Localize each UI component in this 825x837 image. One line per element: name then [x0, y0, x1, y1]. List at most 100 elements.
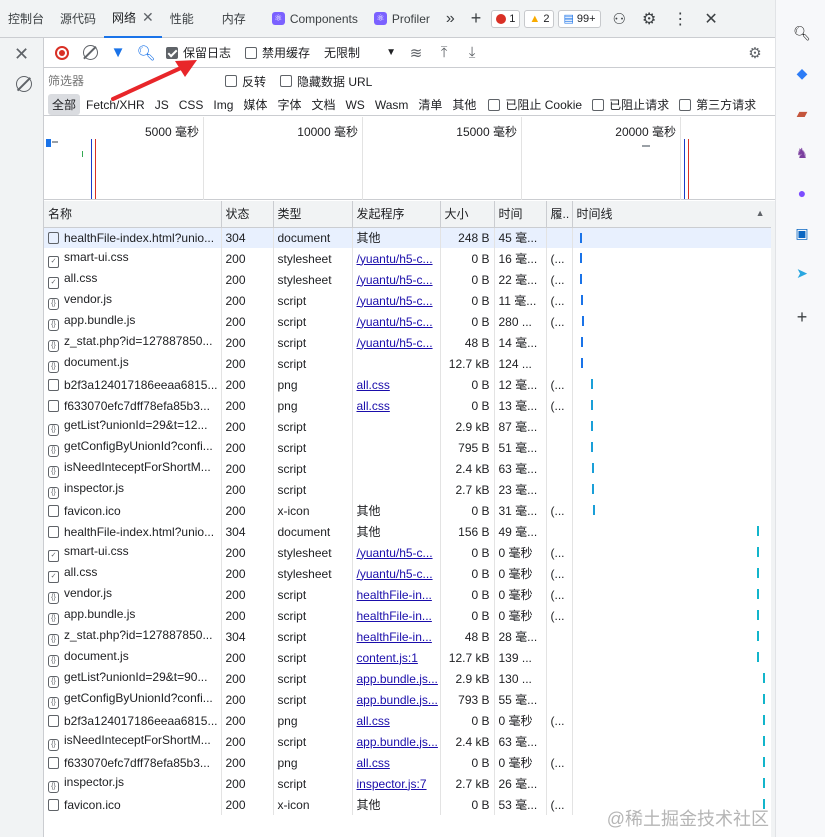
tab-console[interactable]: 控制台	[0, 0, 52, 38]
tab-sources[interactable]: 源代码	[52, 0, 104, 38]
close-devtools-icon[interactable]: ✕	[696, 0, 725, 38]
cell-name[interactable]: favicon.ico	[44, 794, 222, 815]
tab-performance[interactable]: 性能	[162, 0, 202, 38]
column-header-name[interactable]: 名称	[44, 201, 222, 228]
column-header-fulfilled[interactable]: 履..	[546, 201, 573, 228]
checkbox-icon[interactable]	[592, 98, 605, 111]
close-tab-icon[interactable]: ✕	[142, 9, 154, 26]
cell-name[interactable]: {} app.bundle.js	[44, 605, 222, 626]
table-row[interactable]: healthFile-index.html?unio... 304 document…	[44, 227, 772, 248]
table-row[interactable]: {} document.js 200 script 12.7 kB 124 ...	[44, 353, 772, 374]
table-row[interactable]: healthFile-index.html?unio... 304 document…	[44, 521, 772, 542]
column-header-size[interactable]: 大小	[440, 201, 495, 228]
type-manifest-button[interactable]: 清单	[414, 94, 446, 115]
initiator-link[interactable]: all.css	[352, 710, 441, 731]
column-header-waterfall[interactable]: 时间线 ▲	[572, 201, 772, 228]
initiator-link[interactable]: /yuantu/h5-c...	[352, 290, 441, 311]
scrollbar[interactable]	[771, 201, 775, 837]
table-row[interactable]: {} z_stat.php?id=127887850... 200 script/yu…	[44, 332, 772, 353]
cell-name[interactable]: {} inspector.js	[44, 773, 222, 794]
cell-name[interactable]: {} document.js	[44, 353, 222, 374]
blocked-cookies-checkbox[interactable]: 已阻止 Cookie	[488, 96, 582, 113]
column-header-time[interactable]: 时间	[494, 201, 547, 228]
cell-name[interactable]: b2f3a124017186eeaa6815...	[44, 374, 222, 395]
table-row[interactable]: b2f3a124017186eeaa6815... 200 png all.css 0 …	[44, 710, 772, 731]
initiator-link[interactable]: /yuantu/h5-c...	[352, 311, 441, 332]
cell-name[interactable]: ✓ all.css	[44, 563, 222, 584]
initiator-link[interactable]: all.css	[352, 395, 441, 416]
cell-name[interactable]: {} isNeedInteceptForShortM...	[44, 731, 222, 752]
table-row[interactable]: {} vendor.js 200 script/yuantu/h5-c... 0 B 11…	[44, 290, 772, 311]
initiator-link[interactable]: app.bundle.js...	[352, 731, 441, 752]
table-row[interactable]: {} getList?unionId=29&t=90... 200 script app…	[44, 668, 772, 689]
cell-name[interactable]: b2f3a124017186eeaa6815...	[44, 710, 222, 731]
table-row[interactable]: {} getConfigByUnionId?confi... 200 script 79…	[44, 437, 772, 458]
more-tabs-icon[interactable]: »	[438, 0, 463, 38]
table-row[interactable]: b2f3a124017186eeaa6815... 200 png all.css 0 …	[44, 374, 772, 395]
briefcase-icon[interactable]: ▰	[793, 104, 811, 122]
tag-icon[interactable]: ◆	[793, 64, 811, 82]
checkbox-icon[interactable]	[225, 75, 237, 87]
cell-name[interactable]: f633070efc7dff78efa85b3...	[44, 395, 222, 416]
type-ws-button[interactable]: WS	[341, 96, 368, 114]
initiator-link[interactable]: /yuantu/h5-c...	[352, 248, 441, 269]
tab-memory[interactable]: 内存	[202, 0, 254, 38]
info-badge[interactable]: ▤ 99+	[558, 9, 601, 28]
cell-name[interactable]: f633070efc7dff78efa85b3...	[44, 752, 222, 773]
type-doc-button[interactable]: 文档	[307, 94, 339, 115]
customize-icon[interactable]: ⚇	[605, 0, 634, 38]
settings-gear-icon[interactable]: ⚙	[634, 0, 664, 38]
initiator-link[interactable]: all.css	[352, 374, 441, 395]
invert-checkbox[interactable]: 反转	[225, 73, 266, 90]
initiator-link[interactable]: healthFile-in...	[352, 626, 441, 647]
table-row[interactable]: f633070efc7dff78efa85b3... 200 png all.css 0…	[44, 395, 772, 416]
initiator-link[interactable]: content.js:1	[352, 647, 441, 668]
checkbox-icon[interactable]	[679, 98, 692, 111]
import-har-icon[interactable]: ⤒	[430, 39, 458, 67]
column-header-initiator[interactable]: 发起程序	[352, 201, 441, 228]
issue-badges[interactable]: 1 ▲ 2 ▤ 99+	[491, 9, 604, 28]
record-icon[interactable]	[48, 39, 76, 67]
type-all-button[interactable]: 全部	[48, 94, 81, 115]
network-settings-gear-icon[interactable]: ⚙	[741, 39, 769, 67]
cell-name[interactable]: {} vendor.js	[44, 290, 222, 311]
column-header-status[interactable]: 状态	[221, 201, 274, 228]
close-drawer-icon[interactable]: ✕	[14, 44, 29, 65]
chess-icon[interactable]: ♞	[793, 144, 811, 162]
add-icon[interactable]: +	[793, 307, 811, 327]
type-font-button[interactable]: 字体	[273, 94, 305, 115]
more-menu-icon[interactable]: ⋮	[664, 0, 696, 38]
send-icon[interactable]: ➤	[793, 264, 811, 282]
type-wasm-button[interactable]: Wasm	[371, 96, 413, 114]
blocked-requests-checkbox[interactable]: 已阻止请求	[592, 96, 669, 113]
third-party-checkbox[interactable]: 第三方请求	[679, 96, 756, 113]
export-har-icon[interactable]: ⤓	[458, 39, 486, 67]
add-tab-icon[interactable]: +	[463, 0, 490, 38]
throttle-select[interactable]: 无限制 ▼	[324, 44, 396, 61]
error-badge[interactable]: 1	[491, 9, 521, 28]
type-media-button[interactable]: 媒体	[239, 94, 271, 115]
tab-profiler[interactable]: ⚛ Profiler	[366, 0, 438, 38]
cell-name[interactable]: {} vendor.js	[44, 584, 222, 605]
cell-name[interactable]: ✓ smart-ui.css	[44, 248, 222, 269]
cell-name[interactable]: {} z_stat.php?id=127887850...	[44, 626, 222, 647]
cell-name[interactable]: favicon.ico	[44, 500, 222, 521]
table-row[interactable]: {} inspector.js 200 script 2.7 kB 23 毫...	[44, 479, 772, 500]
table-row[interactable]: f633070efc7dff78efa85b3... 200 png all.css 0…	[44, 752, 772, 773]
clear-icon[interactable]	[76, 39, 104, 67]
cell-name[interactable]: {} document.js	[44, 647, 222, 668]
checkbox-icon[interactable]	[280, 75, 293, 87]
clear-icon[interactable]	[16, 76, 32, 92]
table-row[interactable]: {} getConfigByUnionId?confi... 200 script ap…	[44, 689, 772, 710]
initiator-link[interactable]: healthFile-in...	[352, 584, 441, 605]
network-conditions-icon[interactable]: ≋	[402, 39, 430, 67]
cell-name[interactable]: {} getList?unionId=29&t=12...	[44, 416, 222, 437]
table-row[interactable]: {} vendor.js 200 script healthFile-in... 0 B0…	[44, 584, 772, 605]
tab-network[interactable]: 网络 ✕	[104, 0, 162, 38]
initiator-link[interactable]: app.bundle.js...	[352, 689, 441, 710]
table-row[interactable]: ✓ all.css 200 stylesheet/yuantu/h5-c... 0 B2…	[44, 269, 772, 290]
table-row[interactable]: {} isNeedInteceptForShortM... 200 script 2.4…	[44, 458, 772, 479]
cell-name[interactable]: {} z_stat.php?id=127887850...	[44, 332, 222, 353]
table-row[interactable]: {} document.js 200 script content.js:1 12.7 k…	[44, 647, 772, 668]
outlook-icon[interactable]: ▣	[793, 224, 811, 242]
